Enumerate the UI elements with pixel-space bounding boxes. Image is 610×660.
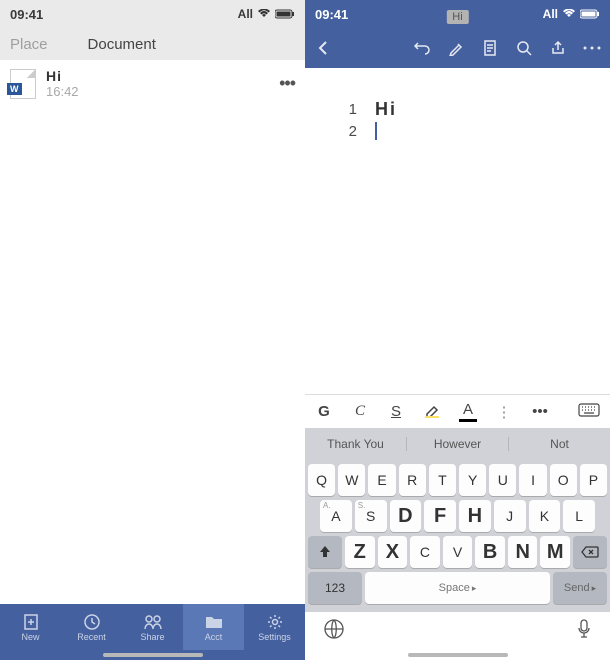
key-i[interactable]: I xyxy=(519,464,546,496)
key-y[interactable]: Y xyxy=(459,464,486,496)
share-icon[interactable] xyxy=(548,38,568,58)
key-p[interactable]: P xyxy=(580,464,607,496)
underline-button[interactable]: S xyxy=(387,403,405,420)
key-e[interactable]: E xyxy=(368,464,395,496)
key-v[interactable]: V xyxy=(443,536,473,568)
line-number: 2 xyxy=(325,123,357,140)
nav-recent[interactable]: Recent xyxy=(61,604,122,650)
suggestion[interactable]: Thank You xyxy=(305,437,407,451)
plus-doc-icon xyxy=(21,613,41,631)
key-x[interactable]: X xyxy=(378,536,408,568)
home-indicator xyxy=(305,650,610,660)
line-number: 1 xyxy=(325,101,357,118)
highlight-button[interactable] xyxy=(423,402,441,422)
undo-icon[interactable] xyxy=(412,38,432,58)
status-bar-left: 09:41 All xyxy=(0,0,305,28)
editor-toolbar: Hi xyxy=(305,28,610,68)
italic-button[interactable]: C xyxy=(351,403,369,420)
gear-icon xyxy=(265,613,285,631)
mic-icon[interactable] xyxy=(576,618,592,645)
people-icon xyxy=(143,613,163,631)
tab-document[interactable]: Document xyxy=(88,36,156,53)
file-time: 16:42 xyxy=(46,84,279,99)
key-c[interactable]: C xyxy=(410,536,440,568)
bold-button[interactable]: G xyxy=(315,403,333,420)
separator-icon: ⋮ xyxy=(495,403,513,421)
key-a[interactable]: A.A xyxy=(320,500,352,532)
line-text: Hi xyxy=(375,99,397,120)
status-icons: All xyxy=(543,7,600,21)
text-cursor xyxy=(375,122,377,140)
status-icons: All xyxy=(238,7,295,21)
key-d[interactable]: D xyxy=(390,500,422,532)
numeric-key[interactable]: 123 xyxy=(308,572,362,604)
key-n[interactable]: N xyxy=(508,536,538,568)
doc-name-tag: Hi xyxy=(446,10,468,24)
fontcolor-button[interactable]: A xyxy=(459,401,477,422)
key-m[interactable]: M xyxy=(540,536,570,568)
globe-icon[interactable] xyxy=(323,618,345,645)
editor-canvas[interactable]: 1 Hi 2 xyxy=(305,68,610,394)
pen-icon[interactable] xyxy=(446,38,466,58)
send-key[interactable]: Send▸ xyxy=(553,572,607,604)
word-doc-icon: W xyxy=(10,69,36,99)
clock-icon xyxy=(82,613,102,631)
key-r[interactable]: R xyxy=(399,464,426,496)
bottom-nav: New Recent Share Acct Settings xyxy=(0,604,305,650)
back-icon[interactable] xyxy=(313,38,333,58)
backspace-key[interactable] xyxy=(573,536,607,568)
more-icon[interactable] xyxy=(582,38,602,58)
space-key[interactable]: Space▸ xyxy=(365,572,550,604)
search-icon[interactable] xyxy=(514,38,534,58)
format-bar: G C S A ⋮ ••• xyxy=(305,394,610,428)
key-f[interactable]: F xyxy=(424,500,456,532)
key-w[interactable]: W xyxy=(338,464,365,496)
file-browser-header: Place Document xyxy=(0,28,305,60)
folder-icon xyxy=(204,613,224,631)
file-list: W Hi 16:42 ••• xyxy=(0,60,305,604)
key-k[interactable]: K xyxy=(529,500,561,532)
file-more-icon[interactable]: ••• xyxy=(279,73,295,94)
page-icon[interactable] xyxy=(480,38,500,58)
keyboard-toggle-icon[interactable] xyxy=(578,403,600,421)
status-time: 09:41 xyxy=(315,7,348,22)
key-o[interactable]: O xyxy=(550,464,577,496)
key-h[interactable]: H xyxy=(459,500,491,532)
key-s[interactable]: S.S xyxy=(355,500,387,532)
key-t[interactable]: T xyxy=(429,464,456,496)
suggestion-bar: Thank You However Not xyxy=(305,428,610,460)
keyboard-accessory xyxy=(305,612,610,650)
nav-share[interactable]: Share xyxy=(122,604,183,650)
shift-key[interactable] xyxy=(308,536,342,568)
key-u[interactable]: U xyxy=(489,464,516,496)
nav-new[interactable]: New xyxy=(0,604,61,650)
nav-account[interactable]: Acct xyxy=(183,604,244,650)
keyboard: QWERTYUIOP A.AS.SDFHJKL ZXCVBNM 123 Spac… xyxy=(305,460,610,612)
suggestion[interactable]: However xyxy=(407,437,509,451)
status-time: 09:41 xyxy=(10,7,43,22)
home-indicator xyxy=(0,650,305,660)
more-format-icon[interactable]: ••• xyxy=(531,403,549,420)
file-row[interactable]: W Hi 16:42 ••• xyxy=(0,60,305,107)
key-b[interactable]: B xyxy=(475,536,505,568)
key-z[interactable]: Z xyxy=(345,536,375,568)
key-j[interactable]: J xyxy=(494,500,526,532)
key-q[interactable]: Q xyxy=(308,464,335,496)
suggestion[interactable]: Not xyxy=(509,437,610,451)
key-l[interactable]: L xyxy=(563,500,595,532)
file-name: Hi xyxy=(46,68,279,84)
tab-place[interactable]: Place xyxy=(10,36,48,53)
nav-settings[interactable]: Settings xyxy=(244,604,305,650)
